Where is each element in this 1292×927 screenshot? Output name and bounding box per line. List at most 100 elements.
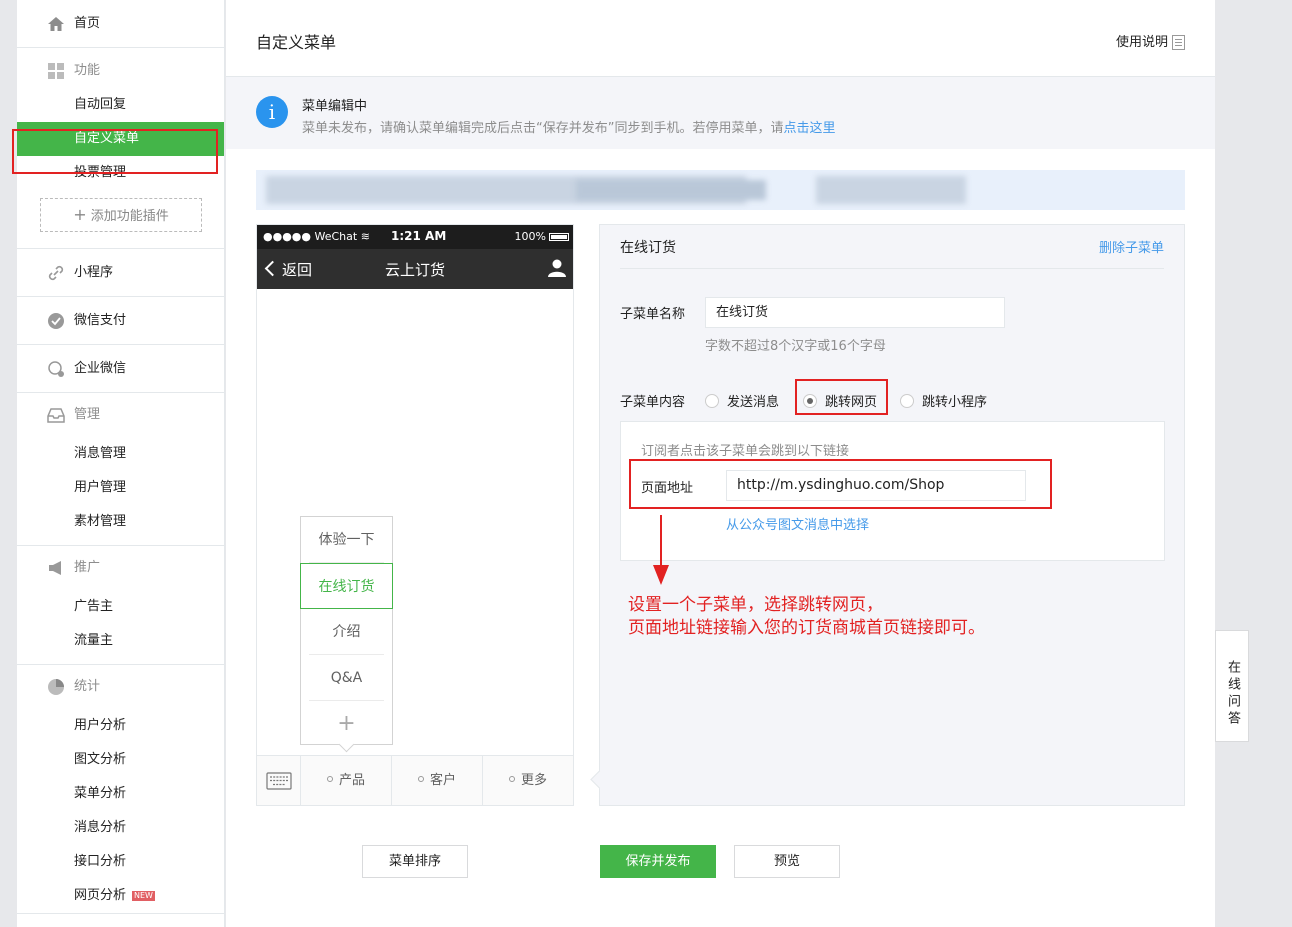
radio-send-message[interactable]: 发送消息 (705, 391, 779, 410)
sidebar-item-home[interactable]: 首页 (17, 0, 224, 47)
sidebar-item-advertiser[interactable]: 广告主 (17, 590, 224, 624)
help-link[interactable]: 使用说明 (1116, 31, 1185, 50)
submenu-popup: 体验一下 在线订货 介绍 Q&A + (300, 516, 393, 745)
menu-item-customers[interactable]: 客户 (392, 756, 483, 805)
highlight-box-radio (795, 379, 888, 415)
blurred-account-bar (256, 170, 1185, 210)
clock: 1:21 AM (391, 229, 447, 243)
sidebar-group-pay: 微信支付 (17, 297, 224, 345)
highlight-box-custom-menu (12, 129, 218, 174)
phone-menu-bar: 产品 客户 更多 (257, 755, 573, 805)
content-label: 子菜单内容 (620, 395, 686, 410)
annotation-line: 页面地址链接输入您的订货商城首页链接即可。 (628, 618, 985, 638)
sidebar-head-function: 功能 (17, 54, 224, 88)
sidebar-item-menu-analysis[interactable]: 菜单分析 (17, 777, 224, 811)
sidebar-item-wechat-pay[interactable]: 微信支付 (17, 297, 224, 344)
sidebar-label: 接口分析 (74, 854, 127, 869)
megaphone-icon (49, 561, 61, 575)
submenu-item-selected[interactable]: 在线订货 (300, 563, 393, 609)
wifi-icon: ≋ (360, 230, 370, 243)
annotation-line: 设置一个子菜单，选择跳转网页， (628, 595, 883, 615)
menu-sort-button[interactable]: 菜单排序 (362, 845, 468, 878)
menu-item-products[interactable]: 产品 (301, 756, 392, 805)
submenu-item[interactable]: 体验一下 (309, 517, 384, 563)
sidebar-group-enterprise: 企业微信 (17, 345, 224, 393)
sidebar-label: 首页 (74, 16, 101, 31)
editor-header: 在线订货 删除子菜单 (620, 225, 1164, 269)
plus-icon: + (73, 205, 87, 224)
sidebar-item-user-analysis[interactable]: 用户分析 (17, 709, 224, 743)
sidebar-item-users[interactable]: 用户管理 (17, 471, 224, 505)
carrier: ●●●●● WeChat ≋ (263, 230, 370, 243)
sidebar-label: 用户分析 (74, 718, 127, 733)
sidebar-item-assets[interactable]: 素材管理 (17, 505, 224, 539)
sidebar-label: 消息分析 (74, 820, 127, 835)
phone-status-bar: ●●●●● WeChat ≋ 1:21 AM 100% (257, 225, 573, 249)
submenu-item[interactable]: Q&A (309, 655, 384, 701)
online-qa-button[interactable]: 在线问答 (1215, 630, 1249, 742)
sidebar-item-api-analysis[interactable]: 接口分析 (17, 845, 224, 879)
info-icon: i (256, 96, 288, 128)
phone-title: 云上订货 (385, 261, 446, 279)
menu-label: 更多 (520, 773, 547, 788)
phone-preview: ●●●●● WeChat ≋ 1:21 AM 100% 返回 云上订货 体验一下… (256, 224, 574, 806)
submenu-item[interactable]: 介绍 (309, 609, 384, 655)
name-label: 子菜单名称 (620, 307, 686, 322)
sidebar-label: 企业微信 (74, 361, 127, 376)
notice-body: 菜单未发布，请确认菜单编辑完成后点击“保存并发布”同步到手机。若停用菜单，请 (302, 121, 784, 136)
sidebar-group-manage: 管理 消息管理 用户管理 素材管理 (17, 393, 224, 546)
sidebar-group-stats: 统计 用户分析 图文分析 菜单分析 消息分析 接口分析 网页分析 NEW (17, 665, 224, 914)
sidebar-item-publisher[interactable]: 流量主 (17, 624, 224, 658)
sidebar-head-stats: 统计 (17, 665, 224, 709)
home-icon (48, 16, 64, 31)
back-button[interactable]: 返回 (267, 259, 312, 280)
sidebar-label: 小程序 (74, 265, 114, 280)
pie-chart-icon (48, 679, 64, 695)
sidebar-item-mini-program[interactable]: 小程序 (17, 249, 224, 296)
blur-block (576, 180, 766, 200)
sidebar-label: 消息管理 (74, 446, 127, 461)
sidebar-item-auto-reply[interactable]: 自动回复 (17, 88, 224, 122)
submenu-name-input[interactable]: 在线订货 (705, 297, 1005, 328)
sidebar-label: 网页分析 (74, 888, 127, 903)
blur-block (816, 176, 966, 204)
sidebar-head-manage: 管理 (17, 393, 224, 437)
battery-label: 100% (514, 230, 546, 243)
carrier-label: ●●●●● WeChat (263, 230, 358, 243)
sidebar-head-promote: 推广 (17, 546, 224, 590)
save-publish-button[interactable]: 保存并发布 (600, 845, 716, 878)
delete-submenu-link[interactable]: 删除子菜单 (1099, 237, 1164, 256)
page-title: 自定义菜单 (256, 33, 337, 52)
sidebar-item-enterprise[interactable]: 企业微信 (17, 345, 224, 392)
sidebar-label: 统计 (74, 679, 101, 694)
sidebar-label: 功能 (74, 63, 101, 78)
choose-from-articles-link[interactable]: 从公众号图文消息中选择 (726, 514, 869, 533)
sidebar-group-promote: 推广 广告主 流量主 (17, 546, 224, 665)
add-submenu-button[interactable]: + (309, 701, 384, 747)
highlight-box-url (629, 459, 1052, 509)
dot-icon (326, 776, 333, 782)
battery-icon (549, 233, 569, 241)
keyboard-toggle[interactable] (257, 756, 301, 805)
sidebar-label: 自动回复 (74, 97, 127, 112)
sidebar-item-messages[interactable]: 消息管理 (17, 437, 224, 471)
user-icon[interactable] (547, 258, 567, 278)
preview-button[interactable]: 预览 (734, 845, 840, 878)
grid-icon (48, 63, 64, 79)
sidebar-item-article-analysis[interactable]: 图文分析 (17, 743, 224, 777)
sidebar-label: 微信支付 (74, 313, 127, 328)
annotation-arrow-line (660, 515, 662, 567)
add-plugin-button[interactable]: + 添加功能插件 (40, 198, 202, 232)
sidebar-item-web-analysis[interactable]: 网页分析 NEW (17, 879, 224, 913)
link-icon (48, 265, 64, 280)
disable-menu-link[interactable]: 点击这里 (783, 121, 835, 136)
submenu-editor: 在线订货 删除子菜单 子菜单名称 在线订货 字数不超过8个汉字或16个字母 子菜… (599, 224, 1185, 806)
annotation-text: 设置一个子菜单，选择跳转网页， 页面地址链接输入您的订货商城首页链接即可。 (628, 594, 985, 640)
radio-label: 跳转小程序 (922, 395, 988, 410)
sidebar-label: 用户管理 (74, 480, 127, 495)
menu-label: 产品 (338, 773, 365, 788)
sidebar-item-message-analysis[interactable]: 消息分析 (17, 811, 224, 845)
menu-item-more[interactable]: 更多 (483, 756, 573, 805)
radio-icon (705, 394, 719, 408)
radio-jump-mini-program[interactable]: 跳转小程序 (900, 391, 987, 410)
